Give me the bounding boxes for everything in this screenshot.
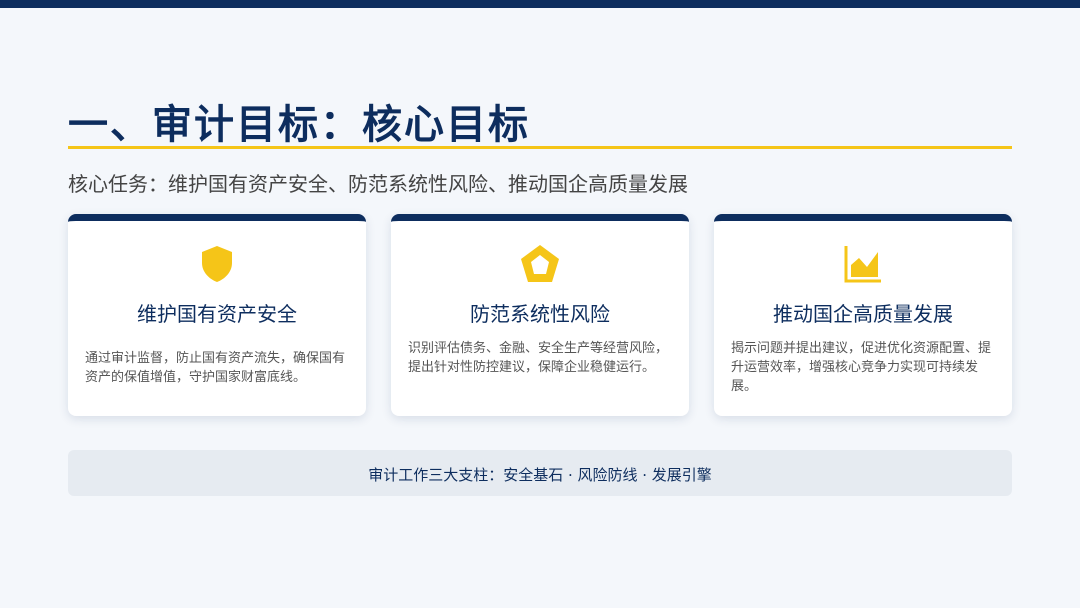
card-title: 维护国有资产安全 bbox=[137, 302, 297, 326]
pillars-summary-text: 审计工作三大支柱：安全基石 · 风险防线 · 发展引擎 bbox=[368, 466, 712, 484]
card-description: 揭示问题并提出建议，促进优化资源配置、提升运营效率，增强核心竞争力实现可持续发展… bbox=[731, 341, 992, 394]
title-underline bbox=[68, 146, 1012, 149]
card-title: 推动国企高质量发展 bbox=[773, 302, 953, 326]
page-subtitle: 核心任务：维护国有资产安全、防范系统性风险、推动国企高质量发展 bbox=[68, 172, 688, 196]
pillars-summary-bar: 审计工作三大支柱：安全基石 · 风险防线 · 发展引擎 bbox=[68, 450, 1012, 496]
pentagon-warning-icon bbox=[521, 245, 559, 282]
page-title: 一、审计目标：核心目标 bbox=[68, 101, 530, 148]
card-asset-security: 维护国有资产安全 通过审计监督，防止国有资产流失，确保国有资产的保值增值，守护国… bbox=[68, 214, 366, 416]
card-quality-development: 推动国企高质量发展 揭示问题并提出建议，促进优化资源配置、提升运营效率，增强核心… bbox=[714, 214, 1012, 416]
card-title: 防范系统性风险 bbox=[470, 302, 610, 326]
card-risk-prevention: 防范系统性风险 识别评估债务、金融、安全生产等经营风险，提出针对性防控建议，保障… bbox=[391, 214, 689, 416]
card-description: 通过审计监督，防止国有资产流失，确保国有资产的保值增值，守护国家财富底线。 bbox=[85, 351, 346, 385]
top-accent-bar bbox=[0, 0, 1080, 8]
card-description: 识别评估债务、金融、安全生产等经营风险，提出针对性防控建议，保障企业稳健运行。 bbox=[408, 341, 669, 375]
shield-icon bbox=[202, 246, 232, 282]
area-chart-icon bbox=[844, 246, 881, 283]
